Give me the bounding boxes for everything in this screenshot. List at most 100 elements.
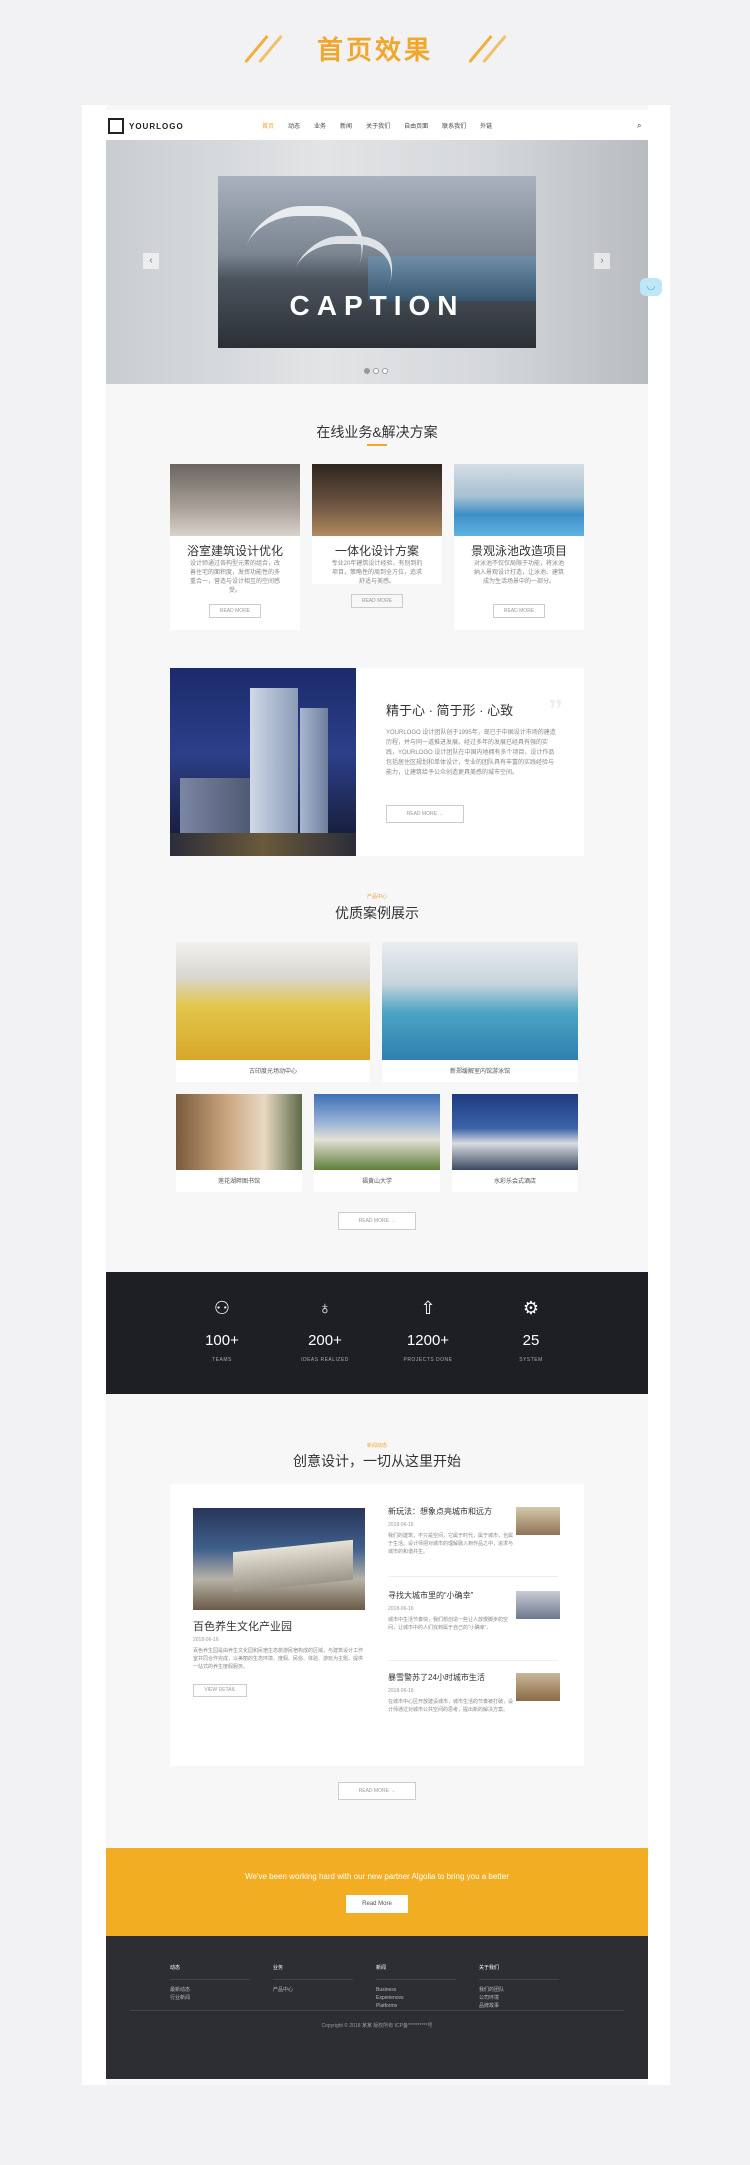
case-item[interactable]: 水彩乐会式酒店 bbox=[452, 1094, 578, 1192]
services-title: 在线业务&解决方案 bbox=[316, 424, 438, 440]
nav-item-business[interactable]: 业务 bbox=[314, 121, 326, 130]
nav-item-free-page[interactable]: 自由页面 bbox=[404, 121, 428, 130]
case-label: 古印度光场动中心 bbox=[248, 1069, 297, 1075]
footer-link[interactable]: 品牌故事 bbox=[479, 2002, 559, 2010]
news-item[interactable]: 暴雪警苏了24小时城市生活 2018-06-16 在城市中心区开放建设城市，城市… bbox=[388, 1672, 516, 1714]
footer-divider bbox=[130, 2010, 624, 2011]
slider-dot[interactable] bbox=[364, 368, 370, 374]
read-more-button[interactable]: READ MORE bbox=[493, 604, 545, 618]
read-more-button[interactable]: READ MORE bbox=[351, 594, 403, 608]
footer-col-head: 新闻 bbox=[376, 1965, 387, 1971]
case-label: 新郑缓解室内馆游泳馆 bbox=[449, 1069, 510, 1075]
title-underline bbox=[367, 444, 387, 446]
news-item[interactable]: 寻找大城市里的“小确幸” 2018-06-16 城市中生活节奏快，我们想创造一些… bbox=[388, 1590, 516, 1632]
service-title: 浴室建筑设计优化 bbox=[186, 544, 283, 558]
stat-projects: ⇧ 1200+ PROJECTS DONE bbox=[378, 1298, 478, 1363]
slider-prev-button[interactable]: ‹ bbox=[143, 253, 159, 269]
slider-dot[interactable] bbox=[382, 368, 388, 374]
footer-link[interactable]: 产品中心 bbox=[273, 1986, 353, 1994]
case-image bbox=[452, 1094, 578, 1170]
footer-col-head: 动态 bbox=[170, 1965, 181, 1971]
slider-dot[interactable] bbox=[373, 368, 379, 374]
news-item-desc: 我们的建筑，不只是空间，它属于时代，属于城市，也属于生活。设计师把对城市的理解融… bbox=[388, 1533, 514, 1555]
nav-item-about[interactable]: 关于我们 bbox=[366, 121, 390, 130]
case-label: 水彩乐会式酒店 bbox=[493, 1179, 536, 1185]
service-card: 浴室建筑设计优化 设计师通过各构型元素的组合，改善住宅的面积度，发挥功能性的多重… bbox=[170, 464, 300, 630]
news-item-title[interactable]: 寻找大城市里的“小确幸” bbox=[388, 1590, 516, 1601]
case-image bbox=[314, 1094, 440, 1170]
news-item-thumb[interactable] bbox=[516, 1673, 560, 1701]
case-item[interactable]: 福黄山大学 bbox=[314, 1094, 440, 1192]
nav-item-news[interactable]: 新闻 bbox=[340, 121, 352, 130]
news-feature-image[interactable] bbox=[193, 1508, 365, 1610]
service-desc: 专业20年建筑设计经验，有别到的项目，策略性的周到全方位，追求舒适与美感。 bbox=[331, 561, 423, 585]
case-item[interactable]: 古印度光场动中心 bbox=[176, 942, 370, 1082]
about-read-more-button[interactable]: READ MORE → bbox=[386, 805, 464, 823]
footer-link[interactable]: 最新动态 bbox=[170, 1986, 250, 1994]
bulb-icon: ♁ bbox=[318, 1298, 332, 1318]
users-icon: ⚇ bbox=[213, 1298, 231, 1318]
slider-next-button[interactable]: › bbox=[594, 253, 610, 269]
footer-link[interactable]: 行业新闻 bbox=[170, 1994, 250, 2002]
news-more-button[interactable]: READ MORE → bbox=[338, 1782, 416, 1800]
about-desc: YOURLOGO 设计团队创于1995年，现已于中国设计市场的建造历程，并与同一… bbox=[386, 730, 556, 776]
rocket-icon: ⇧ bbox=[420, 1298, 436, 1318]
footer-link[interactable]: 我们的团队 bbox=[479, 1986, 559, 1994]
read-more-button[interactable]: READ MORE bbox=[209, 604, 261, 618]
stat-teams: ⚇ 100+ TEAMS bbox=[172, 1298, 272, 1363]
service-desc: 对泳池不仅仅局限于功能，将泳池纳入景观设计打造，让泳池、建筑成为生活场景中的一部… bbox=[473, 561, 564, 585]
slash-decoration-icon bbox=[241, 34, 285, 64]
cases-tag: 产品中心 bbox=[366, 894, 387, 900]
service-card: 一体化设计方案 专业20年建筑设计经验，有别到的项目，策略性的周到全方位，追求舒… bbox=[312, 464, 442, 608]
search-icon[interactable]: ⌕ bbox=[637, 121, 641, 131]
news-item-title[interactable]: 新玩法：想象点亮城市和远方 bbox=[388, 1506, 516, 1517]
service-title: 景观泳池改造项目 bbox=[470, 544, 567, 558]
news-feature-title[interactable]: 百色养生文化产业园 bbox=[193, 1618, 292, 1634]
footer-col-head: 关于我们 bbox=[479, 1965, 500, 1971]
case-image bbox=[176, 942, 370, 1060]
slider-dots bbox=[364, 368, 388, 374]
cta-band bbox=[106, 1848, 648, 1936]
nav-item-dynamics[interactable]: 动态 bbox=[288, 121, 300, 130]
news-item[interactable]: 新玩法：想象点亮城市和远方 2018-06-16 我们的建筑，不只是空间，它属于… bbox=[388, 1506, 516, 1556]
case-label: 莲花湖畔图书馆 bbox=[217, 1179, 260, 1185]
hero-image bbox=[218, 176, 536, 348]
case-image bbox=[382, 942, 578, 1060]
case-label: 福黄山大学 bbox=[361, 1179, 392, 1185]
service-image bbox=[312, 464, 442, 536]
news-item-date: 2018-06-16 bbox=[388, 1522, 414, 1528]
footer-link[interactable]: Platforms bbox=[376, 2002, 456, 2010]
nav-item-external[interactable]: 外链 bbox=[480, 121, 492, 130]
news-feature-desc: 百色养生园是由养生文化园和民宿生态旅游民宿构成的区域，与建筑设计工作室共同合作完… bbox=[193, 1648, 364, 1670]
news-item-desc: 在城市中心区开放建设城市，城市生活的节奏被打破，设计师通过对城市公共空间的思考，… bbox=[388, 1699, 514, 1713]
news-item-thumb[interactable] bbox=[516, 1507, 560, 1535]
logo[interactable]: YOURLOGO bbox=[108, 118, 184, 134]
footer-link[interactable]: Experiences bbox=[376, 1994, 456, 2002]
news-title: 创意设计，一切从这里开始 bbox=[293, 1453, 461, 1469]
divider bbox=[388, 1660, 558, 1661]
about-image bbox=[170, 668, 356, 856]
quote-icon: ” bbox=[548, 694, 563, 727]
case-item[interactable]: 新郑缓解室内馆游泳馆 bbox=[382, 942, 578, 1082]
nav-item-home[interactable]: 首页 bbox=[262, 121, 274, 130]
slash-decoration-icon bbox=[465, 34, 509, 64]
news-item-date: 2018-06-16 bbox=[388, 1606, 414, 1612]
news-feature-date: 2018-06-16 bbox=[193, 1637, 219, 1643]
news-item-title[interactable]: 暴雪警苏了24小时城市生活 bbox=[388, 1672, 516, 1683]
cta-read-more-button[interactable]: Read More bbox=[346, 1895, 408, 1913]
news-item-thumb[interactable] bbox=[516, 1591, 560, 1619]
logo-cube-icon bbox=[108, 118, 124, 134]
cases-more-button[interactable]: READ MORE → bbox=[338, 1212, 416, 1230]
hero-caption: CAPTION bbox=[289, 290, 465, 321]
cta-text: We've been working hard with our new par… bbox=[245, 1872, 509, 1881]
view-detail-button[interactable]: VIEW DETAIL bbox=[193, 1684, 247, 1697]
stat-system: ⚙ 25 SYSTEM bbox=[481, 1298, 581, 1363]
chat-widget-icon[interactable]: ◡ bbox=[640, 278, 662, 296]
case-item[interactable]: 莲花湖畔图书馆 bbox=[176, 1094, 302, 1192]
copyright: Copyright © 2018 某某 版权所有 ICP备**********号 bbox=[321, 2023, 433, 2029]
footer-link[interactable]: Business bbox=[376, 1986, 456, 1994]
nav-item-contact[interactable]: 联系我们 bbox=[442, 121, 466, 130]
case-image bbox=[176, 1094, 302, 1170]
footer-col: 动态 最新动态 行业新闻 bbox=[170, 1964, 250, 2002]
footer-link[interactable]: 公司环境 bbox=[479, 1994, 559, 2002]
